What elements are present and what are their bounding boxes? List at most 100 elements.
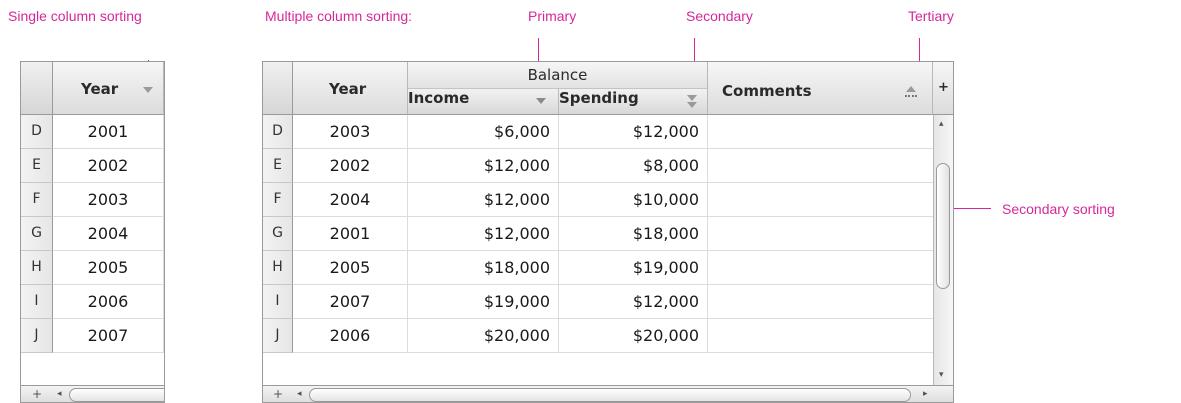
spending-cell[interactable]: $12,000 (559, 285, 708, 318)
income-column-header[interactable]: Income (408, 88, 559, 115)
row-label: J (21, 319, 53, 353)
income-cell[interactable]: $12,000 (408, 217, 559, 250)
horizontal-scrollbar[interactable]: + ◂ (21, 385, 164, 402)
row-label: F (21, 183, 53, 217)
add-row-icon[interactable]: + (32, 388, 42, 400)
row-label: J (263, 319, 293, 353)
row-label: H (21, 251, 53, 285)
add-column-button[interactable]: + (933, 62, 953, 115)
income-header-label: Income (408, 89, 470, 107)
comments-cell[interactable] (708, 183, 933, 216)
income-cell[interactable]: $19,000 (408, 285, 559, 318)
multiple-column-sorting-label: Multiple column sorting: (265, 8, 413, 24)
row-label: E (263, 149, 293, 183)
year-cell[interactable]: 2004 (53, 217, 164, 250)
comments-cell[interactable] (708, 149, 933, 182)
row-label: I (21, 285, 53, 319)
income-cell[interactable]: $18,000 (408, 251, 559, 284)
year-cell[interactable]: 2003 (293, 115, 408, 148)
secondary-sorting-label: Secondary sorting (1002, 201, 1115, 217)
table-row[interactable]: D 2003 $6,000 $12,000 (263, 115, 933, 149)
spending-cell[interactable]: $19,000 (559, 251, 708, 284)
table-row[interactable]: J 2007 (21, 319, 164, 353)
year-cell[interactable]: 2001 (293, 217, 408, 250)
income-cell[interactable]: $20,000 (408, 319, 559, 352)
year-cell[interactable]: 2007 (53, 319, 164, 352)
table-row[interactable]: H 2005 (21, 251, 164, 285)
year-cell[interactable]: 2006 (53, 285, 164, 318)
row-label: D (263, 115, 293, 149)
year-cell[interactable]: 2004 (293, 183, 408, 216)
balance-group-header: Balance (408, 62, 708, 88)
single-column-sorting-label: Single column sorting (8, 8, 142, 24)
year-cell[interactable]: 2007 (293, 285, 408, 318)
comments-column-header[interactable]: Comments (708, 62, 933, 115)
secondary-sort-icon (687, 95, 697, 101)
vertical-scrollbar[interactable]: ▴ ▾ (933, 115, 953, 385)
comments-cell[interactable] (708, 285, 933, 318)
row-label: H (263, 251, 293, 285)
single-sort-table: Year D 2001 E 2002 F 2003 G 2004 H 2005 I 2006 J 2007… (20, 61, 165, 403)
year-cell[interactable]: 2005 (53, 251, 164, 284)
comments-cell[interactable] (708, 319, 933, 352)
table-row[interactable]: G 2004 (21, 217, 164, 251)
add-column-icon: + (938, 80, 949, 95)
sort-descending-icon (143, 87, 153, 93)
tertiary-label: Tertiary (908, 8, 954, 24)
spending-cell[interactable]: $8,000 (559, 149, 708, 182)
comments-cell[interactable] (708, 217, 933, 250)
table-row[interactable]: F 2004 $12,000 $10,000 (263, 183, 933, 217)
year-cell[interactable]: 2002 (293, 149, 408, 182)
row-label: E (21, 149, 53, 183)
row-label: G (263, 217, 293, 251)
year-cell[interactable]: 2002 (53, 149, 164, 182)
spending-column-header[interactable]: Spending (559, 88, 708, 115)
comments-header-label: Comments (722, 82, 812, 100)
year-cell[interactable]: 2001 (53, 115, 164, 148)
secondary-sort-icon-lower (687, 102, 697, 108)
income-cell[interactable]: $12,000 (408, 183, 559, 216)
add-row-icon[interactable]: + (273, 388, 283, 400)
year-cell[interactable]: 2006 (293, 319, 408, 352)
scroll-left-icon[interactable]: ◂ (57, 389, 62, 399)
spending-cell[interactable]: $12,000 (559, 115, 708, 148)
spending-header-label: Spending (559, 89, 639, 107)
primary-label: Primary (528, 8, 577, 24)
table-row[interactable]: H 2005 $18,000 $19,000 (263, 251, 933, 285)
tertiary-sort-icon (906, 86, 916, 92)
row-label: G (21, 217, 53, 251)
spending-cell[interactable]: $18,000 (559, 217, 708, 250)
horizontal-scrollbar[interactable]: + ◂ ▸ (263, 385, 953, 402)
table-row[interactable]: E 2002 $12,000 $8,000 (263, 149, 933, 183)
row-label: D (21, 115, 53, 149)
year-cell[interactable]: 2003 (53, 183, 164, 216)
scroll-down-icon[interactable]: ▾ (939, 370, 944, 380)
table-row[interactable]: D 2001 (21, 115, 164, 149)
year-column-header[interactable]: Year (293, 62, 408, 115)
scroll-up-icon[interactable]: ▴ (939, 119, 944, 129)
table-row[interactable]: J 2006 $20,000 $20,000 (263, 319, 933, 353)
table-row[interactable]: I 2007 $19,000 $12,000 (263, 285, 933, 319)
table-row[interactable]: F 2003 (21, 183, 164, 217)
balance-header-label: Balance (527, 66, 588, 84)
table-row[interactable]: E 2002 (21, 149, 164, 183)
comments-cell[interactable] (708, 251, 933, 284)
spending-cell[interactable]: $20,000 (559, 319, 708, 352)
row-label: I (263, 285, 293, 319)
income-cell[interactable]: $6,000 (408, 115, 559, 148)
tertiary-sort-underline (905, 95, 917, 97)
row-header-corner (21, 62, 53, 115)
year-cell[interactable]: 2005 (293, 251, 408, 284)
year-header-label: Year (329, 80, 367, 98)
year-header-label: Year (81, 80, 119, 98)
comments-cell[interactable] (708, 115, 933, 148)
row-label: F (263, 183, 293, 217)
table-row[interactable]: G 2001 $12,000 $18,000 (263, 217, 933, 251)
table-row[interactable]: I 2006 (21, 285, 164, 319)
scroll-right-icon[interactable]: ▸ (923, 389, 928, 399)
year-column-header[interactable]: Year (53, 62, 164, 115)
vertical-scroll-thumb[interactable] (936, 163, 950, 289)
income-cell[interactable]: $12,000 (408, 149, 559, 182)
scroll-left-icon[interactable]: ◂ (297, 389, 302, 399)
spending-cell[interactable]: $10,000 (559, 183, 708, 216)
